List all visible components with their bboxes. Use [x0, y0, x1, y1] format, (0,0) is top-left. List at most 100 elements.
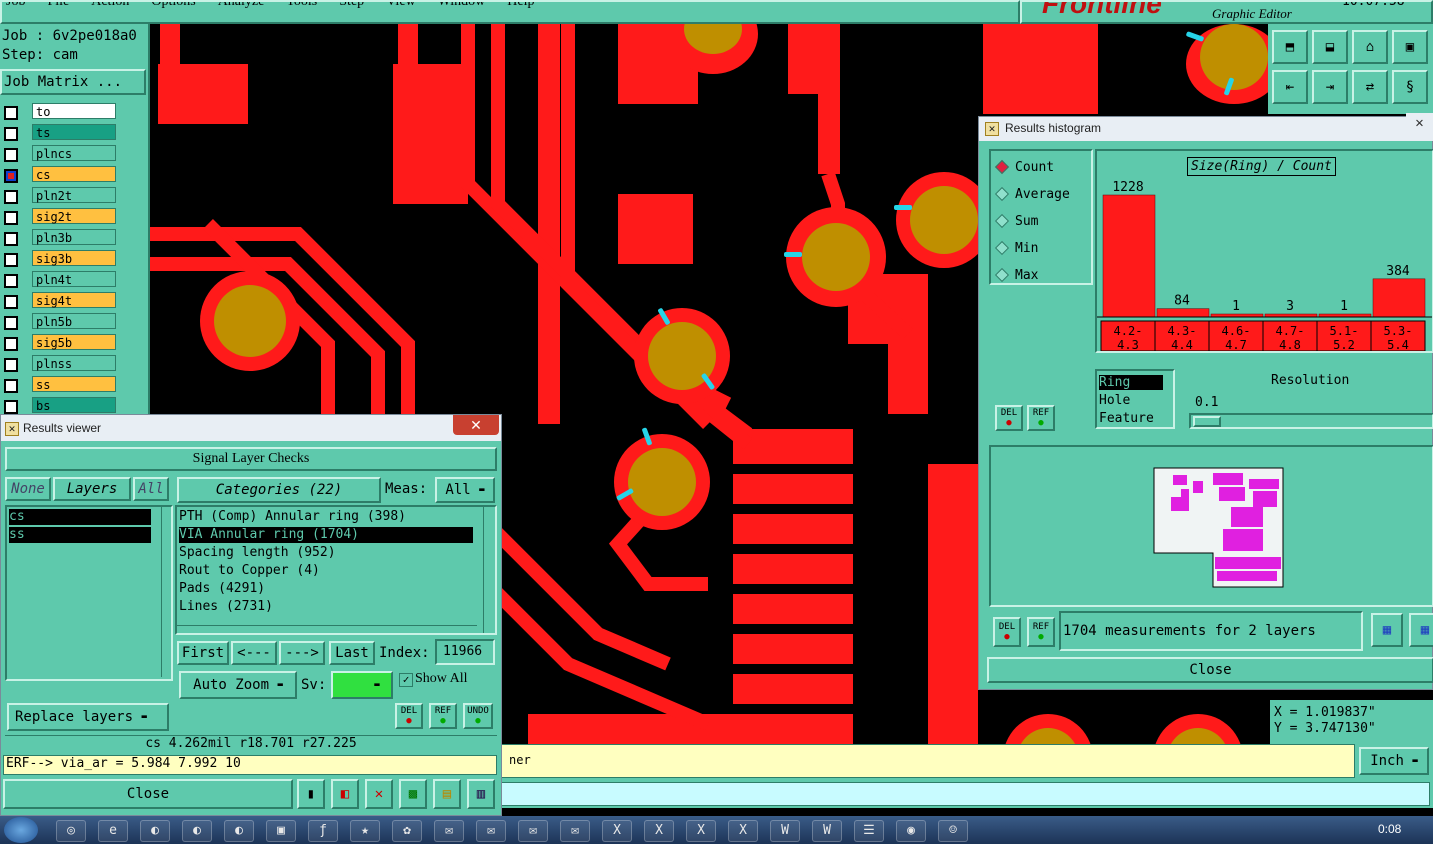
viewer-close-button[interactable]: Close	[3, 779, 293, 809]
icon-bar-button[interactable]: ▮	[297, 779, 325, 809]
layer-name[interactable]: sig5b	[32, 334, 116, 350]
histogram-close-x-icon[interactable]: ✕	[1406, 113, 1433, 133]
category-item[interactable]: Rout to Copper (4)	[179, 563, 473, 579]
histogram-del-button-2[interactable]: DEL ●	[993, 617, 1021, 647]
taskbar-app-icon[interactable]: ◐	[182, 820, 212, 842]
viewer-ref-button[interactable]: REF ●	[429, 703, 457, 729]
taskbar-app-icon[interactable]: ✉	[560, 820, 590, 842]
taskbar-app-icon[interactable]: W	[770, 820, 800, 842]
tool-icon-8[interactable]: §	[1392, 70, 1428, 104]
menu-item-file[interactable]: File	[47, 2, 69, 10]
taskbar-app-icon[interactable]: ▣	[266, 820, 296, 842]
resolution-slider[interactable]	[1189, 413, 1433, 429]
viewer-layer-item[interactable]: ss	[9, 527, 151, 543]
layer-checkbox[interactable]	[4, 253, 18, 267]
categories-button[interactable]: Categories (22)	[177, 477, 381, 503]
layer-name[interactable]: pln4t	[32, 271, 116, 287]
layer-checkbox[interactable]	[4, 316, 18, 330]
category-item[interactable]: Spacing length (952)	[179, 545, 473, 561]
layer-name[interactable]: plnss	[32, 355, 116, 371]
category-item[interactable]: PTH (Comp) Annular ring (398)	[179, 509, 473, 525]
sv-dropdown[interactable]: ▬	[331, 671, 393, 699]
layer-name[interactable]: bs	[32, 397, 116, 413]
layer-list-scrollbar[interactable]	[161, 507, 172, 677]
histogram-bar[interactable]	[1156, 308, 1210, 318]
resolution-slider-thumb[interactable]	[1193, 416, 1221, 427]
tool-icon-1[interactable]: ⬒	[1272, 30, 1308, 64]
layer-row[interactable]: pln5b	[0, 312, 148, 332]
taskbar-app-icon[interactable]: X	[728, 820, 758, 842]
layer-checkbox[interactable]	[4, 169, 18, 183]
last-button[interactable]: Last	[329, 641, 375, 665]
menu-item-analyze[interactable]: Analyze	[218, 2, 265, 10]
layer-name[interactable]: ts	[32, 124, 116, 140]
board-overview[interactable]	[989, 445, 1433, 607]
layers-button[interactable]: Layers	[53, 477, 131, 501]
layer-checkbox[interactable]	[4, 295, 18, 309]
layer-checkbox[interactable]	[4, 337, 18, 351]
layer-list[interactable]: to ts plncs cs pln2t sig2t pln3b sig3b pln4t sig4…	[0, 102, 148, 414]
layer-name[interactable]: sig2t	[32, 208, 116, 224]
menu-item-job[interactable]: Job	[6, 2, 25, 10]
tool-icon-4[interactable]: ▣	[1392, 30, 1428, 64]
histogram-del-button[interactable]: DEL ●	[995, 405, 1023, 431]
taskbar-app-icon[interactable]: W	[812, 820, 842, 842]
taskbar-app-icon[interactable]: ☺	[938, 820, 968, 842]
tool-icon-3[interactable]: ⌂	[1352, 30, 1388, 64]
feature-item[interactable]: Feature	[1099, 411, 1154, 426]
mode-radio-min[interactable]: Min	[994, 238, 1038, 258]
category-hscrollbar[interactable]	[177, 625, 477, 636]
layer-checkbox[interactable]	[4, 190, 18, 204]
icon-bar-button-4[interactable]: ▩	[399, 779, 427, 809]
prev-button[interactable]: <---	[231, 641, 277, 665]
layer-checkbox[interactable]	[4, 148, 18, 162]
index-input[interactable]: 11966	[435, 639, 495, 665]
category-item[interactable]: VIA Annular ring (1704)	[179, 527, 473, 543]
layer-name[interactable]: pln5b	[32, 313, 116, 329]
taskbar-app-icon[interactable]: X	[602, 820, 632, 842]
taskbar-app-icon[interactable]: ◐	[224, 820, 254, 842]
none-button[interactable]: None	[5, 477, 51, 501]
auto-zoom-dropdown[interactable]: Auto Zoom ▬	[179, 671, 297, 699]
taskbar-app-icon[interactable]: ƒ	[308, 820, 338, 842]
taskbar-app-icon[interactable]: ✉	[434, 820, 464, 842]
chart-icon-button[interactable]: ▦	[1371, 613, 1403, 647]
layer-row[interactable]: sig5b	[0, 333, 148, 353]
close-icon[interactable]: ✕	[453, 415, 499, 435]
taskbar-app-icon[interactable]: ★	[350, 820, 380, 842]
layer-checkbox[interactable]	[4, 379, 18, 393]
layer-row[interactable]: sig2t	[0, 207, 148, 227]
tool-icon-5[interactable]: ⇤	[1272, 70, 1308, 104]
category-item[interactable]: Lines (2731)	[179, 599, 473, 615]
layer-name[interactable]: cs	[32, 166, 116, 182]
viewer-layer-item[interactable]: cs	[9, 509, 151, 525]
icon-bar-button-2[interactable]: ◧	[331, 779, 359, 809]
replace-layers-dropdown[interactable]: Replace layers ▬	[7, 703, 169, 731]
show-all-checkbox[interactable]: ✓	[399, 673, 413, 687]
taskbar-app-icon[interactable]: ☰	[854, 820, 884, 842]
icon-bar-button-5[interactable]: ▤	[433, 779, 461, 809]
layer-checkbox[interactable]	[4, 358, 18, 372]
meas-dropdown[interactable]: All ▬	[435, 477, 495, 503]
taskbar-app-icon[interactable]: e	[98, 820, 128, 842]
start-button[interactable]	[4, 817, 38, 843]
taskbar-app-icon[interactable]: ◐	[140, 820, 170, 842]
layer-checkbox[interactable]	[4, 400, 18, 414]
histogram-bar[interactable]	[1372, 278, 1426, 318]
viewer-undo-button[interactable]: UNDO ●	[463, 703, 493, 729]
hole-item[interactable]: Hole	[1099, 393, 1130, 408]
units-dropdown[interactable]: Inch ▬	[1359, 747, 1429, 775]
layer-name[interactable]: plncs	[32, 145, 116, 161]
layer-name[interactable]: to	[32, 103, 116, 119]
icon-bar-button-6[interactable]: ▥	[467, 779, 495, 809]
mode-radio-average[interactable]: Average	[994, 184, 1070, 204]
menu-item-window[interactable]: Window	[438, 2, 486, 10]
all-layers-button[interactable]: All	[133, 477, 169, 501]
layer-row[interactable]: to	[0, 102, 148, 122]
layer-checkbox[interactable]	[4, 106, 18, 120]
menu-item-options[interactable]: Options	[151, 2, 195, 10]
layer-row[interactable]: pln3b	[0, 228, 148, 248]
mode-radio-max[interactable]: Max	[994, 265, 1038, 285]
category-item[interactable]: Pads (4291)	[179, 581, 473, 597]
tool-icon-2[interactable]: ⬓	[1312, 30, 1348, 64]
